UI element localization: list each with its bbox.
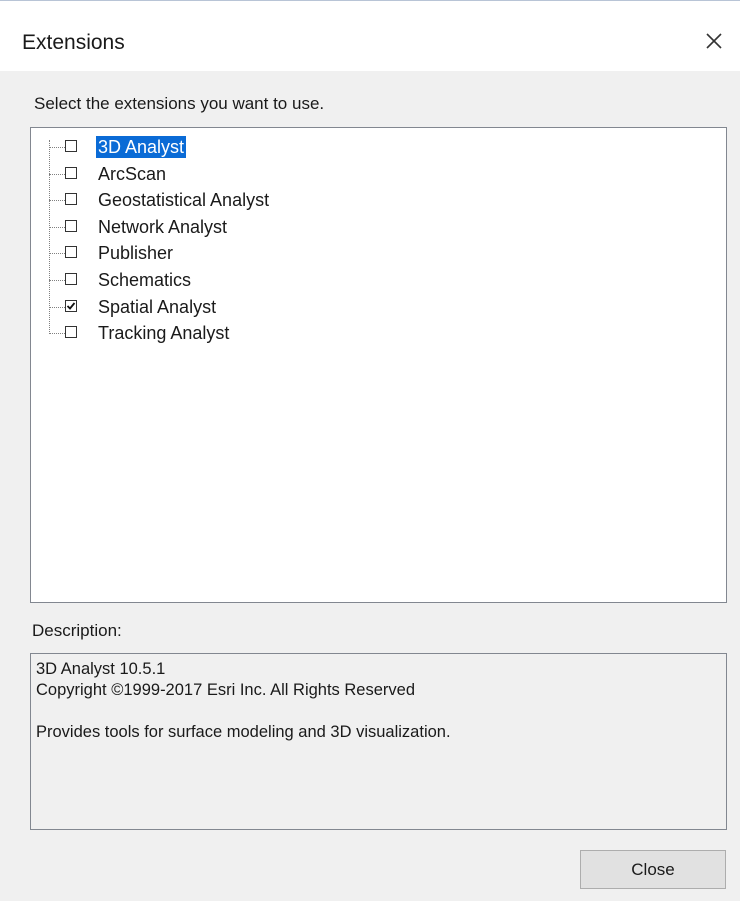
extension-label[interactable]: Schematics — [96, 269, 193, 291]
extension-label[interactable]: Network Analyst — [96, 216, 229, 238]
extensions-dialog: Extensions Select the extensions you wan… — [0, 0, 740, 901]
extension-item[interactable]: Publisher — [49, 241, 449, 267]
checkbox[interactable] — [65, 219, 77, 232]
checkbox-checked[interactable] — [65, 299, 77, 312]
extension-item[interactable]: ArcScan — [49, 162, 449, 188]
description-box: 3D Analyst 10.5.1 Copyright ©1999-2017 Es… — [30, 653, 727, 830]
tree-branch-line — [49, 280, 65, 281]
extension-label[interactable]: 3D Analyst — [96, 136, 187, 158]
window-title: Extensions — [22, 31, 125, 54]
instruction-text: Select the extensions you want to use. — [34, 94, 325, 113]
description-line: 3D Analyst 10.5.1 — [36, 660, 166, 678]
checkbox[interactable] — [65, 326, 77, 339]
checkbox[interactable] — [65, 140, 77, 152]
extension-label[interactable]: ArcScan — [96, 163, 168, 185]
tree-branch-line — [49, 333, 65, 335]
extension-item[interactable]: 3D Analyst — [49, 135, 449, 161]
extension-label[interactable]: Tracking Analyst — [96, 322, 231, 344]
checkmark-icon — [66, 302, 76, 310]
tree-branch-line — [49, 226, 65, 228]
tree-branch-line — [49, 306, 65, 308]
extension-item[interactable]: Geostatistical Analyst — [49, 188, 449, 214]
tree-branch-line — [49, 173, 65, 175]
extension-label[interactable]: Publisher — [96, 242, 175, 264]
tree-branch-line — [49, 253, 65, 255]
description-line: Provides tools for surface modeling and … — [36, 723, 451, 741]
description-line: Copyright ©1999-2017 Esri Inc. All Right… — [36, 681, 416, 699]
extensions-tree[interactable]: 3D Analyst ArcScan Geostatistical Analyst N… — [30, 127, 727, 603]
title-bar: Extensions — [0, 1, 740, 71]
checkbox[interactable] — [65, 193, 77, 206]
checkbox[interactable] — [65, 246, 77, 259]
description-label: Description: — [32, 621, 122, 640]
tree-branch-line — [49, 147, 65, 148]
extension-item[interactable]: Tracking Analyst — [49, 321, 449, 347]
checkbox[interactable] — [65, 273, 77, 285]
extension-label[interactable]: Geostatistical Analyst — [96, 189, 271, 211]
extension-item[interactable]: Spatial Analyst — [49, 295, 449, 321]
close-icon[interactable] — [700, 27, 728, 55]
close-button[interactable]: Close — [580, 850, 726, 889]
extension-item[interactable]: Network Analyst — [49, 215, 449, 241]
checkbox[interactable] — [65, 166, 77, 179]
extension-label[interactable]: Spatial Analyst — [96, 296, 218, 318]
extension-item[interactable]: Schematics — [49, 268, 449, 294]
tree-branch-line — [49, 200, 65, 202]
description-spacer — [36, 701, 721, 722]
